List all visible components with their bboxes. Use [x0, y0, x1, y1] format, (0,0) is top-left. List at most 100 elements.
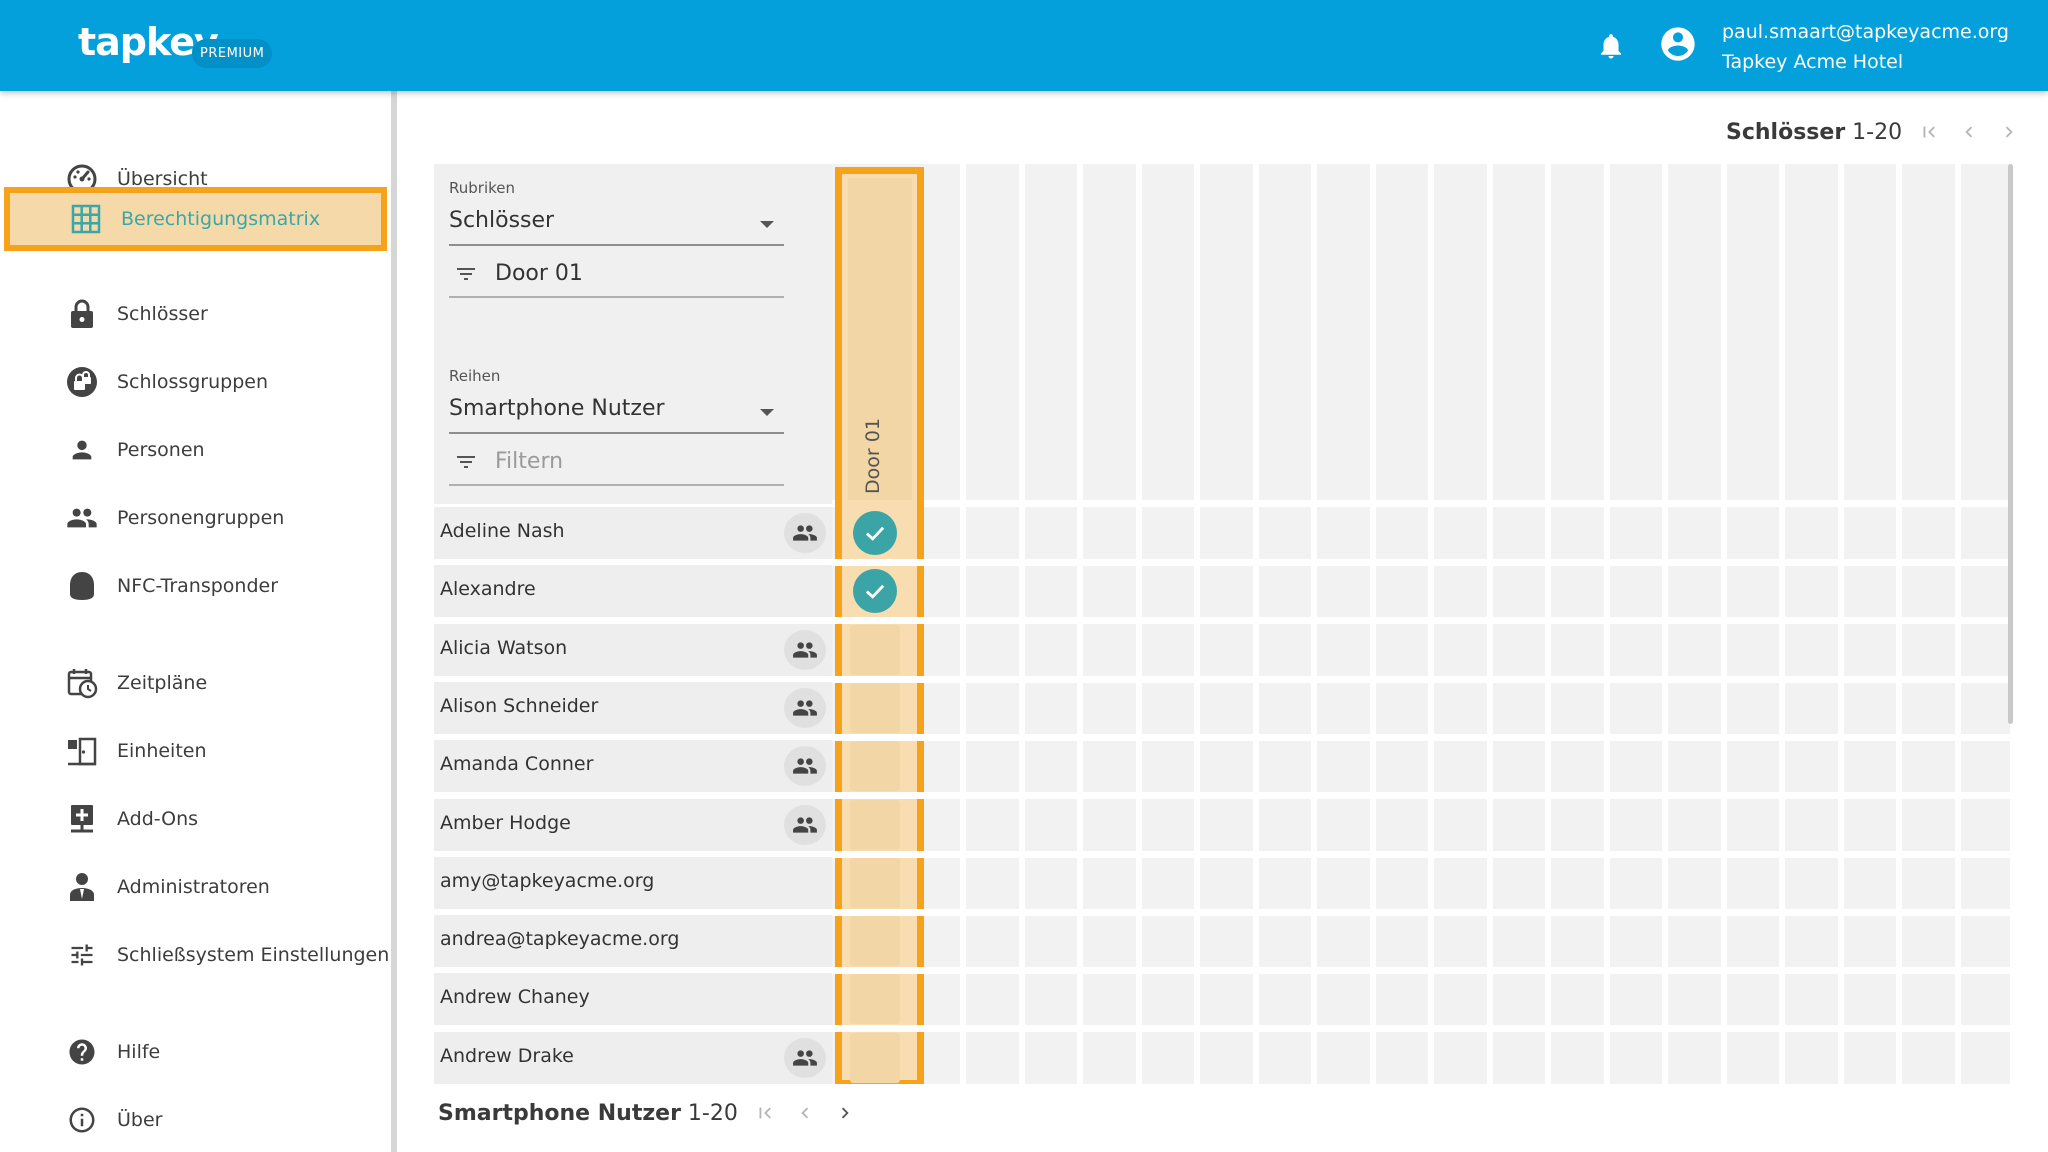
people-group-icon[interactable] [784, 688, 826, 728]
grid-column-divider [1955, 164, 1961, 1084]
grid-column-divider [1136, 164, 1142, 1084]
permission-cell[interactable] [850, 800, 900, 850]
permission-cell[interactable] [850, 683, 900, 733]
columns-filter-value: Door 01 [495, 261, 583, 286]
sidebar-item-nfc-transponder[interactable]: NFC-Transponder [0, 558, 391, 614]
columns-filter-input[interactable]: Door 01 [449, 252, 784, 298]
row-user-name: amy@tapkeyacme.org [440, 870, 655, 892]
grid-row-divider [832, 676, 2010, 683]
table-row[interactable]: amy@tapkeyacme.org [434, 857, 832, 909]
grid-row-divider [832, 851, 2010, 858]
rows-select-label: Reihen [449, 367, 501, 385]
sidebar-item-berechtigungsmatrix[interactable]: Berechtigungsmatrix [4, 187, 387, 251]
top-app-bar: tapkey PREMIUM paul.smaart@tapkeyacme.or… [0, 0, 2048, 91]
grid-row-divider [832, 734, 2010, 741]
grid-row-divider [832, 559, 2010, 566]
grid-row-divider [832, 1084, 2010, 1091]
people-group-icon[interactable] [784, 746, 826, 786]
vertical-scrollbar[interactable] [2008, 164, 2013, 724]
sidebar-item-schliesssystem-einstellungen[interactable]: Schließsystem Einstellungen [0, 927, 391, 983]
grid-row-divider [832, 967, 2010, 974]
grid-column-divider [1604, 164, 1610, 1084]
sidebar-item-hilfe[interactable]: Hilfe [0, 1024, 391, 1080]
people-icon [66, 502, 98, 534]
help-icon [66, 1036, 98, 1068]
permission-cell[interactable] [850, 858, 900, 908]
user-email[interactable]: paul.smaart@tapkeyacme.org [1722, 21, 2009, 43]
row-user-name: Adeline Nash [440, 520, 565, 542]
people-group-icon[interactable] [784, 630, 826, 670]
sidebar-item-personengruppen[interactable]: Personengruppen [0, 490, 391, 546]
premium-badge: PREMIUM [192, 39, 273, 68]
dropdown-arrow-icon [760, 221, 774, 228]
first-page-icon[interactable] [752, 1100, 778, 1126]
grid-column-divider [1662, 164, 1668, 1084]
grid-column-divider [1253, 164, 1259, 1084]
grid-column-divider [1194, 164, 1200, 1084]
grid-column-divider [960, 164, 966, 1084]
permission-cell[interactable] [850, 916, 900, 966]
table-row[interactable]: andrea@tapkeyacme.org [434, 915, 832, 967]
filter-icon [457, 456, 475, 468]
user-pager-label: Smartphone Nutzer 1-20 [438, 1100, 738, 1126]
sidebar-nav: Übersicht Berechtigungsmatrix Schlösser … [0, 91, 391, 1152]
sidebar-item-schlossgruppen[interactable]: Schlossgruppen [0, 354, 391, 410]
grid-column-divider [1077, 164, 1083, 1084]
next-page-icon[interactable] [1996, 119, 2022, 145]
sidebar-item-label: Zeitpläne [117, 672, 208, 694]
lock-icon [66, 298, 98, 330]
grid-row-divider [832, 1025, 2010, 1032]
table-row[interactable]: Alexandre [434, 565, 832, 617]
table-row[interactable]: Alison Schneider [434, 682, 832, 734]
filter-icon [457, 268, 475, 280]
lock-group-icon [66, 366, 98, 398]
grid-column-divider [1487, 164, 1493, 1084]
lock-pager: Schlösser 1-20 [1726, 116, 2022, 148]
filter-panel: Rubriken Schlösser Door 01 Reihen Smartp… [434, 164, 832, 504]
previous-page-icon[interactable] [792, 1100, 818, 1126]
grid-column-divider [1428, 164, 1434, 1084]
rows-filter-input[interactable]: Filtern [449, 440, 784, 486]
people-group-icon[interactable] [784, 1038, 826, 1078]
table-row[interactable]: Amber Hodge [434, 799, 832, 851]
sidebar-item-zeitplaene[interactable]: Zeitpläne [0, 655, 391, 711]
columns-select[interactable]: Schlösser [449, 200, 784, 246]
permission-cell[interactable] [850, 974, 900, 1024]
row-user-name: Andrew Chaney [440, 986, 590, 1008]
previous-page-icon[interactable] [1956, 119, 1982, 145]
sidebar-item-add-ons[interactable]: Add-Ons [0, 791, 391, 847]
row-user-name: Amber Hodge [440, 812, 571, 834]
rows-select[interactable]: Smartphone Nutzer [449, 388, 784, 434]
access-granted-check-icon[interactable] [853, 511, 897, 555]
sidebar-item-label: Add-Ons [117, 808, 199, 830]
sidebar-item-administratoren[interactable]: Administratoren [0, 859, 391, 915]
table-row[interactable]: Andrew Drake [434, 1032, 832, 1084]
organization-name[interactable]: Tapkey Acme Hotel [1722, 51, 1903, 73]
sidebar-item-ueber[interactable]: Über [0, 1092, 391, 1148]
notifications-bell-icon[interactable] [1596, 29, 1626, 63]
info-icon [66, 1104, 98, 1136]
first-page-icon[interactable] [1916, 119, 1942, 145]
add-on-icon [66, 803, 98, 835]
user-pager: Smartphone Nutzer 1-20 [438, 1096, 858, 1130]
lock-pager-label: Schlösser 1-20 [1726, 119, 1903, 145]
row-user-name: Andrew Drake [440, 1045, 574, 1067]
next-page-icon[interactable] [832, 1100, 858, 1126]
grid-column-divider [1311, 164, 1317, 1084]
access-granted-check-icon[interactable] [853, 569, 897, 613]
grid-icon [70, 203, 102, 235]
people-group-icon[interactable] [784, 513, 826, 553]
admin-icon [66, 871, 98, 903]
table-row[interactable]: Alicia Watson [434, 624, 832, 676]
sidebar-item-personen[interactable]: Personen [0, 422, 391, 478]
sidebar-item-einheiten[interactable]: Einheiten [0, 723, 391, 779]
account-circle-icon[interactable] [1658, 24, 1698, 64]
people-group-icon[interactable] [784, 805, 826, 845]
permission-cell[interactable] [850, 741, 900, 791]
table-row[interactable]: Amanda Conner [434, 740, 832, 792]
permission-cell[interactable] [850, 1033, 900, 1083]
permission-cell[interactable] [850, 625, 900, 675]
table-row[interactable]: Andrew Chaney [434, 973, 832, 1025]
sidebar-item-schloesser[interactable]: Schlösser [0, 286, 391, 342]
table-row[interactable]: Adeline Nash [434, 507, 832, 559]
